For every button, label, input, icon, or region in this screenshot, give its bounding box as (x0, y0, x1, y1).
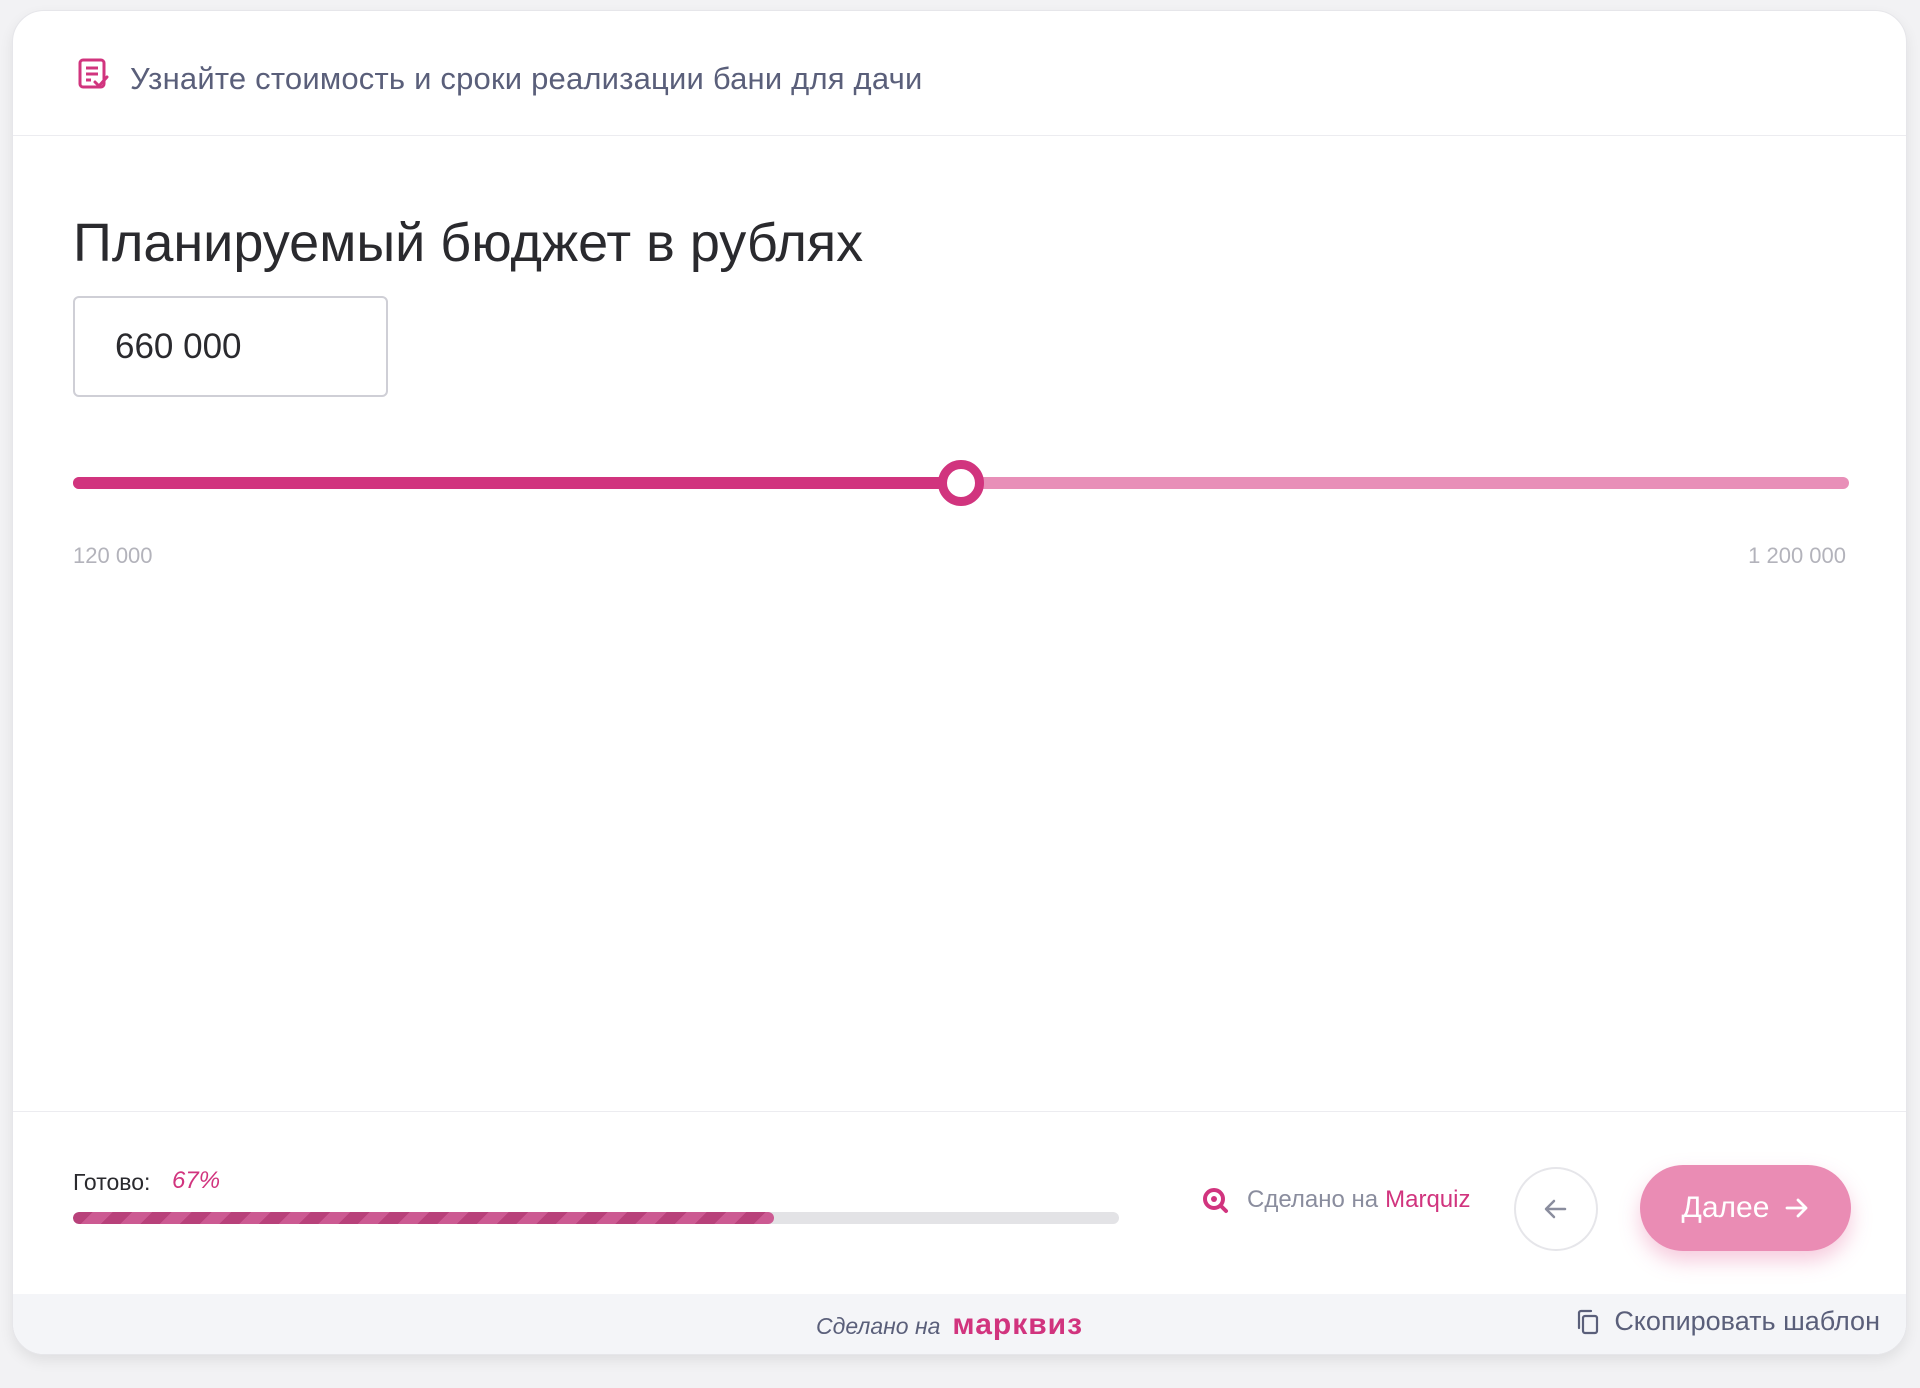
slider-max-label: 1 200 000 (1748, 543, 1846, 568)
document-check-icon (78, 58, 109, 89)
next-button-label: Далее (1681, 1191, 1770, 1224)
bottom-strip: Сделано на марквиз Скопировать шаблон (13, 1294, 1906, 1354)
arrow-left-icon (1544, 1199, 1567, 1219)
made-on-text: Сделано на (1247, 1186, 1379, 1213)
slider-min-label: 120 000 (73, 543, 153, 568)
markviz-logo: марквиз (952, 1308, 1084, 1341)
quiz-header: Узнайте стоимость и сроки реализации бан… (13, 11, 1906, 136)
progress-bar (73, 1212, 1119, 1224)
made-on-marquiz-link[interactable]: Сделано на Marquiz (1201, 1186, 1470, 1214)
made-on-markviz-text: Сделано на (816, 1313, 941, 1339)
budget-input[interactable] (73, 296, 388, 397)
budget-slider[interactable] (73, 460, 1849, 506)
slider-thumb[interactable] (938, 460, 984, 506)
arrow-right-icon (1786, 1198, 1808, 1218)
made-on-brand: Marquiz (1385, 1186, 1471, 1213)
progress-value: 67% (172, 1167, 221, 1194)
quiz-footer: Готово: 67% Сделано на Marquiz Далее (13, 1111, 1906, 1298)
next-button[interactable]: Далее (1640, 1165, 1851, 1251)
quiz-card: Узнайте стоимость и сроки реализации бан… (12, 10, 1907, 1355)
copy-template-button[interactable]: Скопировать шаблон (1576, 1306, 1880, 1337)
copy-icon (1578, 1309, 1599, 1334)
back-button[interactable] (1514, 1167, 1598, 1251)
progress-fill (73, 1212, 774, 1224)
question-title: Планируемый бюджет в рублях (73, 213, 864, 274)
made-on-markviz[interactable]: Сделано на марквиз (816, 1308, 1083, 1342)
marquiz-logo-icon (1203, 1188, 1228, 1213)
copy-template-label: Скопировать шаблон (1614, 1306, 1880, 1336)
progress-label: Готово: (73, 1169, 151, 1195)
quiz-header-title: Узнайте стоимость и сроки реализации бан… (130, 61, 923, 96)
slider-fill (73, 477, 961, 489)
